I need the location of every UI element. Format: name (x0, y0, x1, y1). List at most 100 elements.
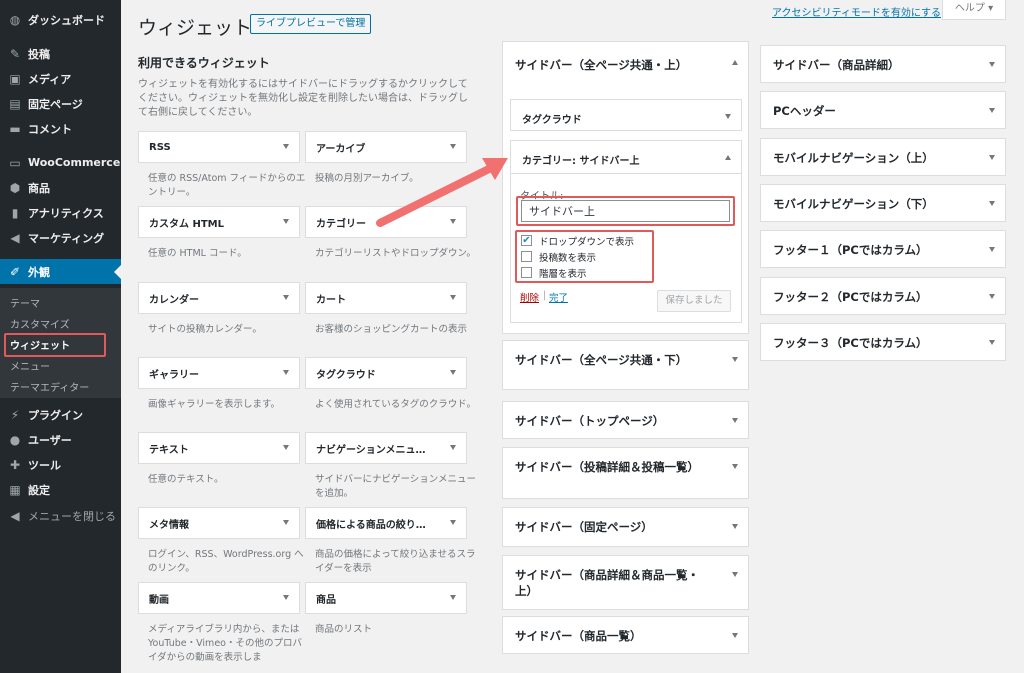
widget-description: サイトの投稿カレンダー。 (148, 324, 262, 335)
chevron-down-icon[interactable] (732, 464, 738, 469)
sidebar-area-4[interactable]: サイドバー（商品詳細＆商品一覧・上） (502, 555, 749, 610)
sidebar-area-1[interactable]: サイドバー（トップページ） (502, 401, 749, 439)
chevron-down-icon[interactable] (989, 62, 995, 67)
sidebar-area-right-0[interactable]: サイドバー（商品詳細） (760, 45, 1006, 83)
chevron-down-icon[interactable] (732, 524, 738, 529)
sidebar-area-2[interactable]: サイドバー（投稿詳細＆投稿一覧） (502, 447, 749, 499)
sidebar-area-right-1[interactable]: PCヘッダー (760, 91, 1006, 130)
widget-description: 任意の RSS/Atom フィードからのエントリー。 (148, 173, 306, 198)
widget-6[interactable]: ギャラリー (138, 357, 300, 389)
menu-users[interactable]: ● ユーザー (0, 427, 121, 452)
sidebar-area-right-5[interactable]: フッター２（PCではカラム） (760, 276, 1006, 315)
chevron-down-icon[interactable] (450, 144, 456, 149)
sidebar-area-5[interactable]: サイドバー（商品一覧） (502, 616, 749, 654)
widget-description: カテゴリーリストやドロップダウン。 (315, 248, 476, 259)
menu-plugins[interactable]: ⚡ プラグイン (0, 402, 121, 427)
menu-media[interactable]: ▣ メディア (0, 66, 121, 91)
accessibility-mode-link[interactable]: アクセシビリティモードを有効にする (772, 4, 941, 19)
chevron-down-icon[interactable] (732, 633, 738, 638)
menu-analytics[interactable]: ▮ アナリティクス (0, 200, 121, 225)
widget-name: タグクラウド (316, 369, 376, 381)
sidebar-area-title: サイドバー（全ページ共通・上） (515, 58, 688, 72)
chevron-down-icon[interactable] (283, 219, 289, 224)
menu-products[interactable]: ⬢ 商品 (0, 175, 121, 200)
help-tab[interactable]: ヘルプ ▾ (942, 0, 1006, 20)
delete-link[interactable]: 削除 (520, 290, 539, 304)
sidebar-area-title: サイドバー（固定ページ） (515, 520, 653, 534)
widget-11[interactable]: 価格による商品の絞り… (305, 507, 467, 539)
chevron-down-icon[interactable] (283, 370, 289, 375)
widget-name: メタ情報 (149, 519, 189, 531)
sidebar-area-right-3[interactable]: モバイルナビゲーション（下） (760, 183, 1006, 222)
submenu-theme-editor[interactable]: テーマエディター (10, 379, 89, 394)
sidebar-area-right-6[interactable]: フッター３（PCではカラム） (760, 322, 1006, 361)
sidebar-area-title: サイドバー（全ページ共通・下） (515, 353, 688, 367)
collapse-arrow-icon[interactable] (732, 60, 738, 65)
sidebar-area-title: モバイルナビゲーション（下） (773, 196, 934, 211)
page-icon: ▤ (9, 96, 21, 111)
done-link[interactable]: 完了 (549, 290, 568, 304)
chevron-down-icon[interactable] (283, 520, 289, 525)
chevron-down-icon[interactable] (989, 247, 995, 253)
menu-appearance[interactable]: ✐ 外観 (0, 259, 121, 284)
widget-description: よく使用されているタグのクラウド。 (315, 399, 477, 410)
widget-7[interactable]: タグクラウド (305, 357, 467, 389)
chevron-up-icon[interactable] (725, 155, 731, 160)
sidebar-area-0[interactable]: サイドバー（全ページ共通・下） (502, 340, 749, 390)
chevron-down-icon[interactable] (450, 595, 456, 600)
comment-icon: ▬ (9, 121, 21, 136)
widget-8[interactable]: テキスト (138, 432, 300, 464)
widget-4[interactable]: カレンダー (138, 282, 300, 314)
chevron-down-icon[interactable] (732, 418, 738, 423)
widget-name: カスタム HTML (149, 218, 224, 230)
submenu-menus[interactable]: メニュー (10, 358, 50, 373)
chevron-down-icon[interactable] (989, 200, 995, 206)
settings-icon: ▦ (9, 482, 21, 497)
widget-tagcloud[interactable]: タグクラウド (510, 99, 742, 131)
menu-woocommerce[interactable]: ▭ WooCommerce (0, 150, 121, 175)
widget-description: 画像ギャラリーを表示します。 (148, 399, 281, 410)
widget-name: 価格による商品の絞り… (316, 519, 426, 531)
widget-0[interactable]: RSS (138, 131, 300, 163)
widget-13[interactable]: 商品 (305, 582, 467, 614)
widget-2[interactable]: カスタム HTML (138, 206, 300, 238)
menu-marketing[interactable]: ◀ マーケティング (0, 225, 121, 250)
sidebar-area-right-4[interactable]: フッター１（PCではカラム） (760, 230, 1006, 269)
chevron-down-icon[interactable] (450, 445, 456, 450)
submenu-customize[interactable]: カスタマイズ (10, 316, 70, 331)
chevron-down-icon[interactable] (732, 572, 738, 577)
sidebar-area-title: フッター１（PCではカラム） (773, 243, 928, 258)
chevron-down-icon[interactable] (989, 339, 995, 345)
widget-12[interactable]: 動画 (138, 582, 300, 614)
chevron-down-icon[interactable] (450, 520, 456, 525)
live-preview-button[interactable]: ライブプレビューで管理 (250, 14, 372, 34)
chevron-down-icon[interactable] (450, 295, 456, 300)
sidebar-area-3[interactable]: サイドバー（固定ページ） (502, 507, 749, 547)
sidebar-area-title: サイドバー（商品詳細＆商品一覧・上） (515, 568, 699, 598)
menu-posts[interactable]: ✎ 投稿 (0, 41, 121, 66)
chevron-down-icon[interactable] (283, 595, 289, 600)
annotation-arrow-icon (376, 158, 508, 227)
menu-comments[interactable]: ▬ コメント (0, 116, 121, 141)
chevron-down-icon[interactable] (283, 445, 289, 450)
menu-settings[interactable]: ▦ 設定 (0, 477, 121, 502)
menu-tools[interactable]: ✚ ツール (0, 452, 121, 477)
widget-10[interactable]: メタ情報 (138, 507, 300, 539)
submenu-themes[interactable]: テーマ (10, 295, 40, 310)
menu-pages[interactable]: ▤ 固定ページ (0, 91, 121, 116)
menu-collapse[interactable]: ◀ メニューを閉じる (0, 503, 121, 528)
chevron-down-icon[interactable] (283, 144, 289, 149)
chevron-down-icon[interactable] (732, 357, 738, 362)
chevron-down-icon[interactable] (283, 295, 289, 300)
widget-5[interactable]: カート (305, 282, 467, 314)
chevron-down-icon[interactable] (989, 154, 995, 160)
sidebar-area-title: フッター３（PCではカラム） (773, 335, 928, 350)
sidebar-area-right-2[interactable]: モバイルナビゲーション（上） (760, 137, 1006, 176)
chevron-down-icon[interactable] (989, 293, 995, 299)
menu-dashboard[interactable]: ◍ ダッシュボード (0, 7, 121, 32)
box-icon: ⬢ (9, 180, 21, 195)
chevron-down-icon[interactable] (989, 108, 995, 114)
chevron-down-icon[interactable] (450, 370, 456, 375)
widget-9[interactable]: ナビゲーションメニュ… (305, 432, 467, 464)
chevron-down-icon[interactable] (725, 114, 731, 119)
